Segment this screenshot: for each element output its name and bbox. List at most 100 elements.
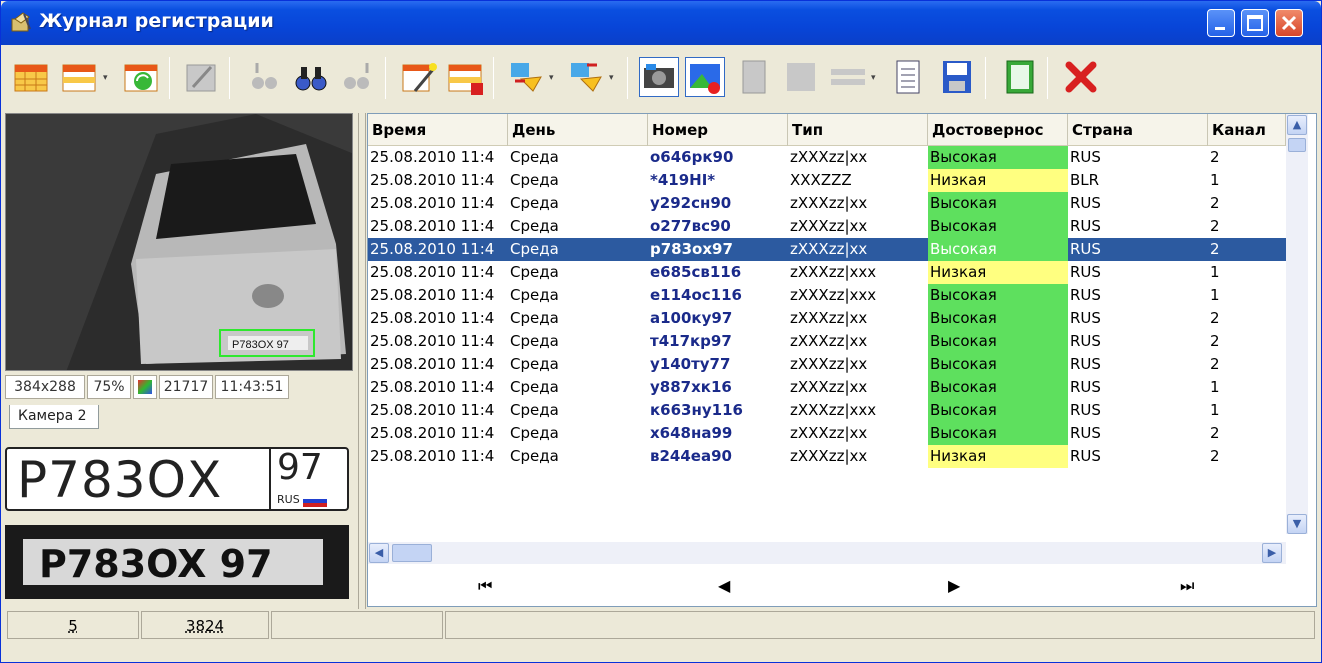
- cell-conf: Низкая: [928, 261, 1068, 284]
- cell-number: к663ну116: [650, 401, 743, 419]
- chevron-down-icon[interactable]: ▾: [871, 73, 881, 83]
- table-row[interactable]: 25.08.2010 11:4 Среда о646рк90 zXXXzz|xx Выс…: [368, 146, 1286, 169]
- cell-country: RUS: [1070, 263, 1101, 281]
- cell-type: zXXXzz|xx: [790, 217, 868, 235]
- cell-number: х648на99: [650, 424, 733, 442]
- find-icon[interactable]: [291, 57, 331, 97]
- prev-record-icon[interactable]: ◀: [718, 576, 730, 595]
- toolbar-separator: [627, 57, 628, 99]
- title-bar[interactable]: Журнал регистрации: [1, 1, 1321, 45]
- scroll-thumb[interactable]: [1288, 138, 1306, 152]
- cell-channel: 2: [1210, 447, 1220, 465]
- cell-country: BLR: [1070, 171, 1100, 189]
- notebook-icon[interactable]: [999, 57, 1039, 97]
- table-row[interactable]: 25.08.2010 11:4 Среда у887хк16 zXXXzz|xx Выс…: [368, 376, 1286, 399]
- cell-day: Среда: [510, 378, 559, 396]
- column-header[interactable]: Тип: [788, 114, 928, 146]
- cell-type: zXXXzz|xx: [790, 309, 868, 327]
- cell-country: RUS: [1070, 332, 1101, 350]
- table-row[interactable]: 25.08.2010 11:4 Среда к663ну116 zXXXzz|xxx В…: [368, 399, 1286, 422]
- status-count: 5: [7, 611, 139, 639]
- scroll-left-icon[interactable]: ◀: [369, 543, 389, 563]
- table-row[interactable]: 25.08.2010 11:4 Среда т417кр97 zXXXzz|xx Выс…: [368, 330, 1286, 353]
- first-record-icon[interactable]: ⏮: [478, 576, 492, 596]
- table-row[interactable]: 25.08.2010 11:4 Среда о277вс90 zXXXzz|xx Выс…: [368, 215, 1286, 238]
- find-prev-icon[interactable]: [243, 57, 283, 97]
- horizontal-scrollbar[interactable]: ◀ ▶: [368, 542, 1286, 564]
- close-button[interactable]: [1275, 9, 1303, 37]
- wizard-icon[interactable]: [399, 57, 439, 97]
- cell-conf: Высокая: [928, 284, 1068, 307]
- cell-channel: 2: [1210, 217, 1220, 235]
- table-dropdown-icon[interactable]: [59, 57, 99, 97]
- cell-day: Среда: [510, 401, 559, 419]
- chevron-down-icon[interactable]: ▾: [549, 73, 559, 83]
- cell-time: 25.08.2010 11:4: [370, 171, 495, 189]
- tab-camera-2[interactable]: Камера 2: [9, 405, 99, 429]
- cell-time: 25.08.2010 11:4: [370, 447, 495, 465]
- next-record-icon[interactable]: ▶: [948, 576, 960, 595]
- add-image-icon[interactable]: [685, 57, 725, 97]
- column-header[interactable]: Канал: [1208, 114, 1286, 146]
- close-icon[interactable]: [1061, 57, 1101, 97]
- column-header[interactable]: Страна: [1068, 114, 1208, 146]
- cell-conf: Высокая: [928, 146, 1068, 169]
- chevron-down-icon[interactable]: ▾: [103, 73, 113, 83]
- cell-time: 25.08.2010 11:4: [370, 286, 495, 304]
- cell-type: zXXXzz|xx: [790, 424, 868, 442]
- square-icon[interactable]: [781, 57, 821, 97]
- last-record-icon[interactable]: ⏭: [1180, 576, 1194, 596]
- column-header[interactable]: Достовернос: [928, 114, 1068, 146]
- column-header[interactable]: День: [508, 114, 648, 146]
- table-row[interactable]: 25.08.2010 11:4 Среда х648на99 zXXXzz|xx Выс…: [368, 422, 1286, 445]
- refresh-table-icon[interactable]: [121, 57, 161, 97]
- export-icon[interactable]: [505, 57, 545, 97]
- cell-type: zXXXzz|xx: [790, 355, 868, 373]
- cell-type: zXXXzz|xx: [790, 240, 868, 258]
- cell-country: RUS: [1070, 401, 1101, 419]
- scroll-down-icon[interactable]: ▼: [1287, 514, 1307, 534]
- cell-time: 25.08.2010 11:4: [370, 424, 495, 442]
- table-row[interactable]: 25.08.2010 11:4 Среда у292сн90 zXXXzz|xx Выс…: [368, 192, 1286, 215]
- panel-splitter[interactable]: [358, 113, 366, 609]
- column-header[interactable]: Номер: [648, 114, 788, 146]
- lines-icon[interactable]: [827, 57, 867, 97]
- window-title: Журнал регистрации: [39, 10, 274, 32]
- list-icon[interactable]: [889, 57, 929, 97]
- plate-divider: [269, 449, 271, 509]
- color-icon[interactable]: [133, 375, 157, 399]
- plate-region: 97: [277, 447, 323, 488]
- table-row[interactable]: 25.08.2010 11:4 Среда у140ту77 zXXXzz|xx Выс…: [368, 353, 1286, 376]
- cell-channel: 1: [1210, 263, 1220, 281]
- edit-icon[interactable]: [181, 57, 221, 97]
- find-next-icon[interactable]: [337, 57, 377, 97]
- cell-day: Среда: [510, 355, 559, 373]
- cell-time: 25.08.2010 11:4: [370, 240, 495, 258]
- camera-image[interactable]: P783OX 97: [5, 113, 353, 371]
- scroll-right-icon[interactable]: ▶: [1262, 543, 1282, 563]
- image-info-row: 384x288 75% 21717 11:43:51: [5, 375, 355, 399]
- cell-type: zXXXzz|xx: [790, 447, 868, 465]
- table-row[interactable]: 25.08.2010 11:4 Среда *419НI* XXXZZZ Низкая B…: [368, 169, 1286, 192]
- cell-type: zXXXzz|xxx: [790, 286, 877, 304]
- column-header[interactable]: Время: [368, 114, 508, 146]
- table-row[interactable]: 25.08.2010 11:4 Среда в244еа90 zXXXzz|xx Низ…: [368, 445, 1286, 468]
- vertical-scrollbar[interactable]: ▲ ▼: [1286, 114, 1308, 534]
- chevron-down-icon[interactable]: ▾: [609, 73, 619, 83]
- table-grid-icon[interactable]: [11, 57, 51, 97]
- cell-conf: Высокая: [928, 330, 1068, 353]
- minimize-button[interactable]: [1207, 9, 1235, 37]
- document-icon[interactable]: [733, 57, 773, 97]
- table-row[interactable]: 25.08.2010 11:4 Среда е114ос116 zXXXzz|xxx В…: [368, 284, 1286, 307]
- scroll-up-icon[interactable]: ▲: [1287, 115, 1307, 135]
- cell-country: RUS: [1070, 378, 1101, 396]
- import-icon[interactable]: [565, 57, 605, 97]
- hscroll-thumb[interactable]: [392, 544, 432, 562]
- camera-snapshot-icon[interactable]: [639, 57, 679, 97]
- maximize-button[interactable]: [1241, 9, 1269, 37]
- table-row[interactable]: 25.08.2010 11:4 Среда а100ку97 zXXXzz|xx Выс…: [368, 307, 1286, 330]
- save-icon[interactable]: [937, 57, 977, 97]
- table-row[interactable]: 25.08.2010 11:4 Среда е685св116 zXXXzz|xxx Н…: [368, 261, 1286, 284]
- table-row[interactable]: 25.08.2010 11:4 Среда р783ох97 zXXXzz|xx Выс…: [368, 238, 1286, 261]
- table-delete-icon[interactable]: [445, 57, 485, 97]
